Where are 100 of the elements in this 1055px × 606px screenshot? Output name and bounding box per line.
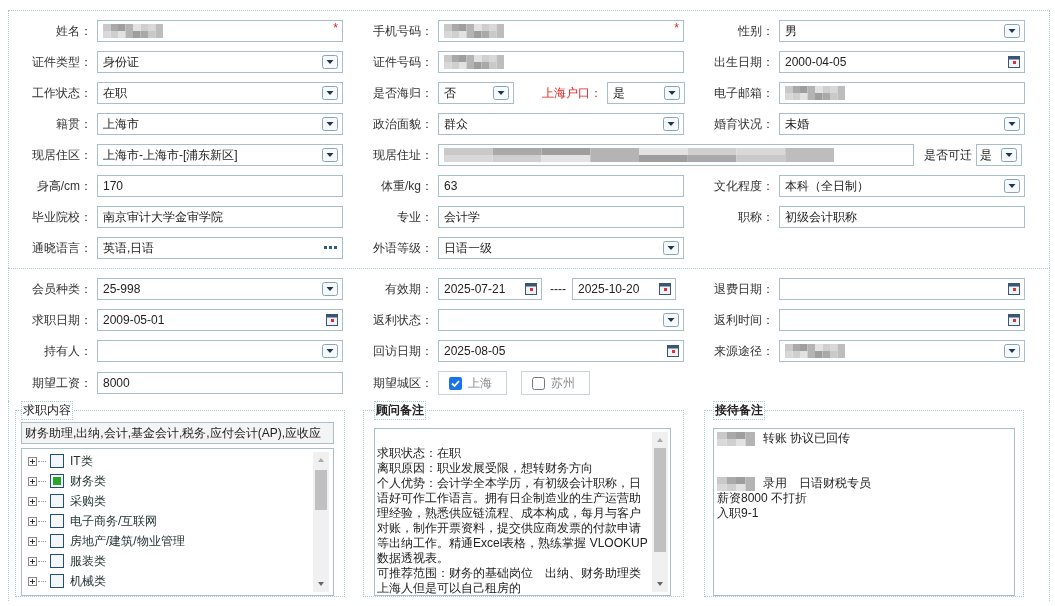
- date-field[interactable]: 2000-04-05: [779, 51, 1025, 73]
- select-field[interactable]: [97, 340, 343, 362]
- field-label: 期望工资：: [31, 374, 93, 392]
- checkbox-option[interactable]: 苏州: [521, 371, 590, 395]
- checked-checkbox-icon[interactable]: [50, 474, 64, 488]
- tree-item[interactable]: 电子商务/互联网: [70, 512, 158, 530]
- field-label: 有效期：: [384, 280, 434, 298]
- checkbox-icon[interactable]: [50, 574, 64, 588]
- select-field[interactable]: [438, 309, 684, 331]
- field-label: 职称：: [737, 208, 775, 226]
- field-label: 返利时间：: [713, 311, 775, 329]
- note-text: 薪资8000 不打折: [717, 491, 808, 506]
- select-field[interactable]: 上海市-上海市-[浦东新区]: [97, 144, 343, 166]
- scrollbar[interactable]: [313, 452, 329, 592]
- calendar-icon[interactable]: [667, 345, 679, 357]
- checkbox-icon[interactable]: [532, 376, 545, 390]
- checked-checkbox-icon[interactable]: [449, 376, 462, 390]
- note-text: 上海人但是可以自己租房的: [377, 581, 522, 596]
- field-label: 回访日期：: [372, 342, 434, 360]
- field-label: 来源途径：: [713, 342, 775, 360]
- text-field[interactable]: *: [97, 20, 343, 42]
- checkbox-icon[interactable]: [50, 454, 64, 468]
- calendar-icon[interactable]: [525, 283, 537, 295]
- select-field[interactable]: 是: [607, 82, 685, 104]
- panel-title: 顾问备注: [374, 401, 426, 420]
- field-label: 电子邮箱：: [713, 84, 775, 102]
- text-field[interactable]: 8000: [97, 372, 343, 394]
- expand-icon[interactable]: [28, 496, 37, 506]
- more-icon[interactable]: [324, 246, 338, 250]
- select-field[interactable]: 本科（全日制）: [779, 175, 1025, 197]
- date-field[interactable]: 2009-05-01: [97, 309, 343, 331]
- select-field[interactable]: 男: [779, 20, 1025, 42]
- text-field[interactable]: 南京审计大学金审学院: [97, 206, 343, 228]
- text-field[interactable]: 会计学: [438, 206, 684, 228]
- tree-item[interactable]: 机械类: [70, 572, 106, 590]
- tree-item[interactable]: 房地产/建筑/物业管理: [70, 532, 185, 550]
- field-label: 工作状态：: [31, 84, 93, 102]
- field-label: 上海户口：: [541, 84, 603, 102]
- tree-item[interactable]: 财务类: [70, 472, 106, 490]
- checkbox-icon[interactable]: [50, 534, 64, 548]
- text-field[interactable]: [438, 144, 914, 166]
- expand-icon[interactable]: [28, 516, 37, 526]
- tree-item[interactable]: IT类: [70, 452, 93, 470]
- expand-icon[interactable]: [28, 476, 37, 486]
- checkbox-option[interactable]: 上海: [438, 371, 507, 395]
- required-mark: *: [674, 22, 679, 34]
- calendar-icon[interactable]: [659, 283, 671, 295]
- text-field[interactable]: *: [438, 20, 684, 42]
- select-field[interactable]: 25-998: [97, 278, 343, 300]
- field-label: 文化程度：: [713, 177, 775, 195]
- calendar-icon[interactable]: [1008, 283, 1020, 295]
- calendar-icon[interactable]: [1008, 314, 1020, 326]
- field-label: 毕业院校：: [31, 208, 93, 226]
- field-label: 婚育状况：: [713, 115, 775, 133]
- field-label: 返利状态：: [372, 311, 434, 329]
- date-field[interactable]: [779, 309, 1025, 331]
- field-label: 退费日期：: [713, 280, 775, 298]
- select-field[interactable]: 身份证: [97, 51, 343, 73]
- expand-icon[interactable]: [28, 536, 37, 546]
- checkbox-icon[interactable]: [50, 514, 64, 528]
- tree-item[interactable]: 采购类: [70, 492, 106, 510]
- required-mark: *: [333, 22, 338, 34]
- select-field[interactable]: 日语一级: [438, 237, 684, 259]
- select-field[interactable]: 未婚: [779, 113, 1025, 135]
- expand-icon[interactable]: [28, 456, 37, 466]
- field-label: 籍贯：: [55, 115, 93, 133]
- text-field[interactable]: 初级会计职称: [779, 206, 1025, 228]
- field-label: 出生日期：: [713, 53, 775, 71]
- checkbox-icon[interactable]: [50, 554, 64, 568]
- select-field[interactable]: 否: [438, 82, 514, 104]
- field-label: 现居住区：: [31, 146, 93, 164]
- text-field[interactable]: [779, 82, 1025, 104]
- date-field[interactable]: 2025-10-20: [572, 278, 676, 300]
- field-label: 证件号码：: [372, 53, 434, 71]
- summary-field: 财务助理,出纳,会计,基金会计,税务,应付会计(AP),应收应: [21, 422, 334, 444]
- scrollbar[interactable]: [652, 432, 668, 592]
- calendar-icon[interactable]: [1008, 56, 1020, 68]
- tree-item[interactable]: 服装类: [70, 552, 106, 570]
- checkbox-icon[interactable]: [50, 494, 64, 508]
- date-field[interactable]: 2025-08-05: [438, 340, 684, 362]
- field-label: 性别：: [737, 22, 775, 40]
- select-field[interactable]: 上海市: [97, 113, 343, 135]
- select-field[interactable]: 在职: [97, 82, 343, 104]
- expand-icon[interactable]: [28, 556, 37, 566]
- note-text: 个人优势：会计学全本学历，有初级会计职称，日语好可作工作语言。拥有日企制造业的生产运营助理经验，熟悉供应链流程、成本构成，每月与客户对账，制作开票资料，提交供应商发票的付款申请等出纳工作。精通Excel表格，熟练掌握 VLOOKUP数据透视表。: [377, 476, 649, 566]
- expand-icon[interactable]: [28, 576, 37, 586]
- text-field[interactable]: [438, 51, 684, 73]
- select-field[interactable]: 群众: [438, 113, 684, 135]
- field-label: 会员种类：: [31, 280, 93, 298]
- text-field[interactable]: 63: [438, 175, 684, 197]
- select-field[interactable]: 是: [976, 144, 1022, 166]
- multi-select-field[interactable]: 英语,日语: [97, 237, 343, 259]
- calendar-icon[interactable]: [326, 314, 338, 326]
- select-field[interactable]: [779, 340, 1025, 362]
- date-field[interactable]: [779, 278, 1025, 300]
- text-field[interactable]: 170: [97, 175, 343, 197]
- field-label: 期望城区：: [372, 374, 434, 392]
- date-field[interactable]: 2025-07-21: [438, 278, 542, 300]
- note-text: 录用 日语财税专员: [763, 476, 871, 491]
- field-label: 外语等级：: [372, 239, 434, 257]
